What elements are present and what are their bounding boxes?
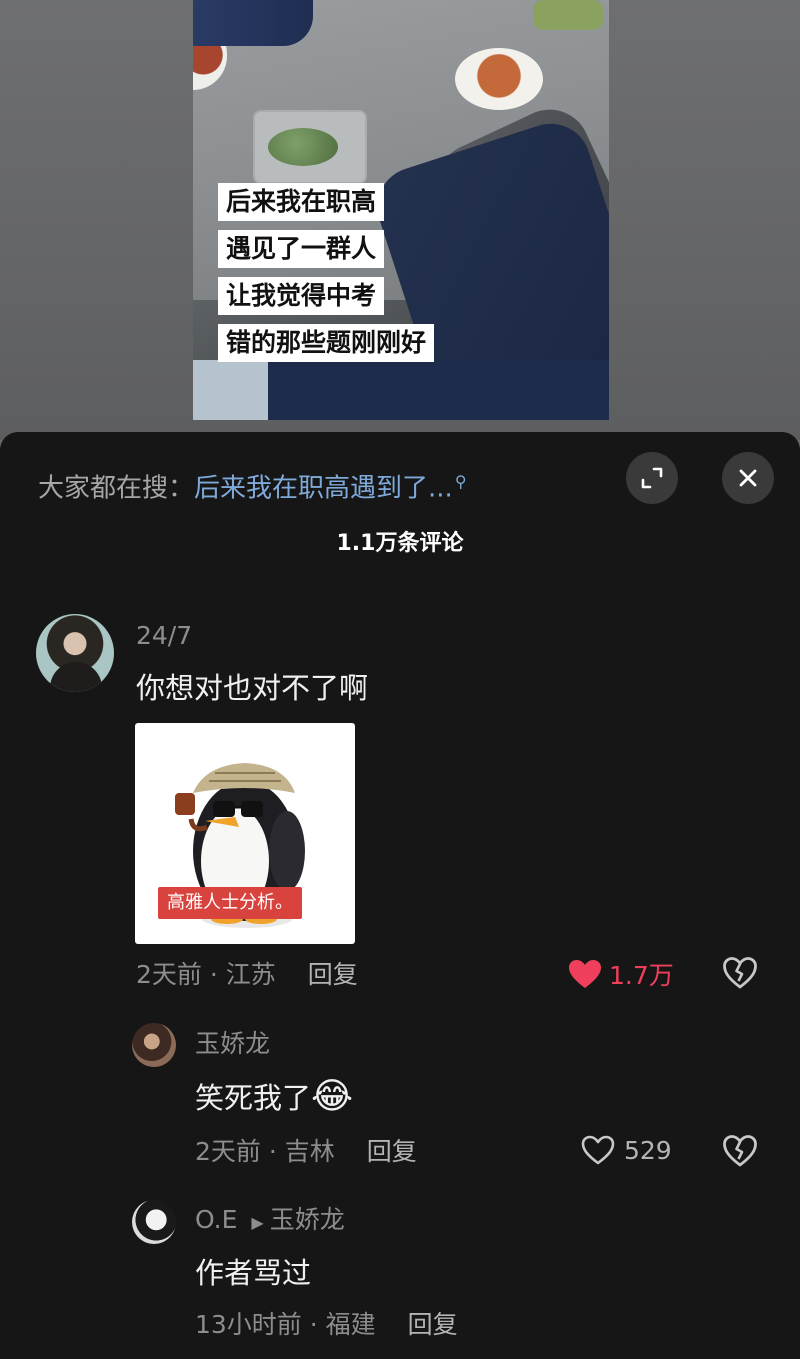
comment-time-location: 2天前 · 江苏 [136,960,276,989]
comment-text: 作者骂过 [195,1256,312,1290]
like-count: 529 [624,1135,672,1165]
comment-meta: 2天前 · 吉林 回复 [195,1135,417,1169]
heart-outline-icon [581,1135,615,1165]
comment-count-title: 1.1万条评论 [336,531,464,556]
close-button[interactable] [722,452,774,504]
video-frame[interactable]: 后来我在职高 遇见了一群人 让我觉得中考 错的那些题刚刚好 [193,0,609,420]
search-query-link[interactable]: 后来我在职高遇到了... [194,474,453,504]
comment-username[interactable]: 24/7 [136,620,192,652]
reply-to-username[interactable]: 玉娇龙 [270,1205,345,1234]
avatar[interactable] [132,1023,176,1067]
heart-filled-icon [569,960,601,988]
comment-sheet [0,432,800,1359]
caption-line: 让我觉得中考 [218,277,385,315]
video-noodle-bowl [455,48,543,110]
like-button[interactable]: 1.7万 [567,956,674,992]
video-sleeve-top [193,0,313,46]
avatar[interactable] [36,614,114,692]
reply-button[interactable]: 回复 [308,960,358,989]
reply-arrow-icon: ▶ [251,1213,264,1232]
comment-text-body: 笑死我了 [195,1081,312,1115]
comment-meta: 13小时前 · 福建 回复 [195,1308,458,1342]
dislike-button[interactable] [722,1134,758,1172]
avatar[interactable] [132,1200,176,1244]
video-caption: 后来我在职高 遇见了一群人 让我觉得中考 错的那些题刚刚好 [218,183,435,371]
broken-heart-icon [723,1135,757,1167]
comment-time-location: 13小时前 · 福建 [195,1310,376,1339]
reply-button[interactable]: 回复 [408,1310,458,1339]
expand-icon [641,467,663,489]
reply-button[interactable]: 回复 [367,1137,417,1166]
search-prefix: 大家都在搜： [38,473,195,504]
search-suggestion[interactable]: 大家都在搜：后来我在职高遇到了... ⚲ [38,462,467,504]
dislike-button[interactable] [722,956,758,994]
video-greens [533,0,603,30]
avatar-figure [50,662,102,692]
like-count: 1.7万 [609,961,674,990]
comment-text: 你想对也对不了啊 [136,671,369,705]
caption-line: 错的那些题刚刚好 [218,324,435,362]
caption-line: 后来我在职高 [218,183,385,221]
comment-username[interactable]: 玉娇龙 [195,1028,270,1060]
like-button[interactable]: 529 [580,1134,672,1166]
comment-username[interactable]: O.E [195,1205,237,1234]
comment-time-location: 2天前 · 吉林 [195,1137,335,1166]
sticker-caption: 高雅人士分析。 [158,887,302,919]
laughing-emoji-icon: 😂 [311,1076,354,1117]
comment-meta: 2天前 · 江苏 回复 [136,958,358,992]
broken-heart-icon [723,957,757,989]
expand-button[interactable] [626,452,678,504]
caption-line: 遇见了一群人 [218,230,385,268]
close-icon [739,469,757,487]
video-food [268,128,338,166]
reply-header: O.E ▶ 玉娇龙 [195,1204,345,1239]
search-icon: ⚲ [454,472,467,491]
comment-text: 笑死我了😂 [195,1077,353,1118]
comment-sticker-image[interactable]: 高雅人士分析。 [135,723,355,944]
